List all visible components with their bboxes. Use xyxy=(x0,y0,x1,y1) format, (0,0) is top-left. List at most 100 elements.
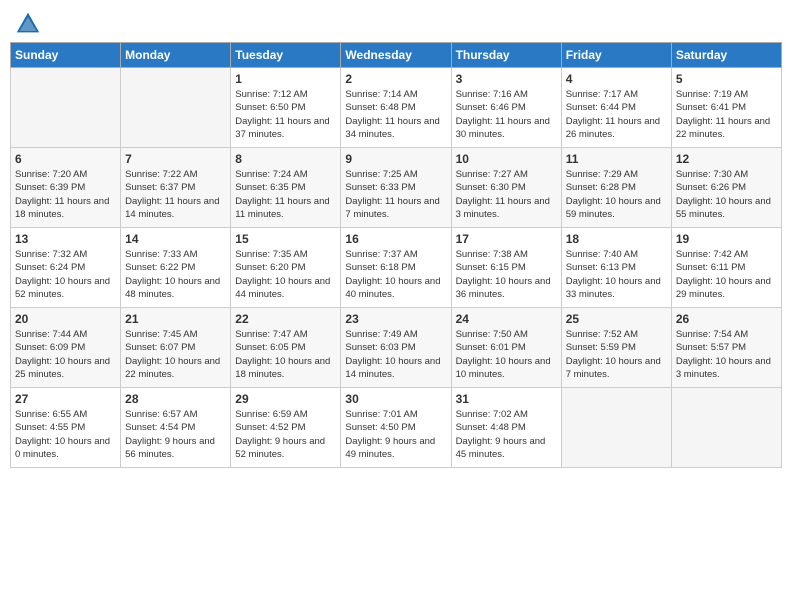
day-info: Sunrise: 7:52 AM Sunset: 5:59 PM Dayligh… xyxy=(566,328,667,381)
day-number: 13 xyxy=(15,232,116,246)
weekday-header-tuesday: Tuesday xyxy=(231,43,341,68)
calendar-cell: 8Sunrise: 7:24 AM Sunset: 6:35 PM Daylig… xyxy=(231,148,341,228)
calendar-cell: 5 Sunrise: 7:19 AM Sunset: 6:41 PM Daylig… xyxy=(671,68,781,148)
calendar-cell: 23 Sunrise: 7:49 AM Sunset: 6:03 PM Dayli… xyxy=(341,308,451,388)
weekday-header-row: SundayMondayTuesdayWednesdayThursdayFrid… xyxy=(11,43,782,68)
day-number: 18 xyxy=(566,232,667,246)
calendar-week-row: 13Sunrise: 7:32 AM Sunset: 6:24 PM Dayli… xyxy=(11,228,782,308)
calendar-cell: 28 Sunrise: 6:57 AM Sunset: 4:54 PM Dayli… xyxy=(121,388,231,468)
calendar-cell: 29 Sunrise: 6:59 AM Sunset: 4:52 PM Dayli… xyxy=(231,388,341,468)
calendar-table: SundayMondayTuesdayWednesdayThursdayFrid… xyxy=(10,42,782,468)
day-info: Sunrise: 7:45 AM Sunset: 6:07 PM Dayligh… xyxy=(125,328,226,381)
day-number: 29 xyxy=(235,392,336,406)
day-info: Sunrise: 7:47 AM Sunset: 6:05 PM Dayligh… xyxy=(235,328,336,381)
calendar-cell xyxy=(11,68,121,148)
day-number: 16 xyxy=(345,232,446,246)
day-info: Sunrise: 7:16 AM Sunset: 6:46 PM Dayligh… xyxy=(456,88,557,141)
day-number: 17 xyxy=(456,232,557,246)
day-number: 21 xyxy=(125,312,226,326)
day-number: 19 xyxy=(676,232,777,246)
calendar-cell: 7 Sunrise: 7:22 AM Sunset: 6:37 PM Daylig… xyxy=(121,148,231,228)
calendar-cell: 11 Sunrise: 7:29 AM Sunset: 6:28 PM Dayli… xyxy=(561,148,671,228)
calendar-cell: 10Sunrise: 7:27 AM Sunset: 6:30 PM Dayli… xyxy=(451,148,561,228)
calendar-cell: 19Sunrise: 7:42 AM Sunset: 6:11 PM Dayli… xyxy=(671,228,781,308)
weekday-header-saturday: Saturday xyxy=(671,43,781,68)
day-info: Sunrise: 7:24 AM Sunset: 6:35 PM Dayligh… xyxy=(235,168,336,221)
day-number: 11 xyxy=(566,152,667,166)
day-info: Sunrise: 7:19 AM Sunset: 6:41 PM Dayligh… xyxy=(676,88,777,141)
day-info: Sunrise: 7:12 AM Sunset: 6:50 PM Dayligh… xyxy=(235,88,336,141)
day-info: Sunrise: 6:57 AM Sunset: 4:54 PM Dayligh… xyxy=(125,408,226,461)
calendar-cell: 24 Sunrise: 7:50 AM Sunset: 6:01 PM Dayli… xyxy=(451,308,561,388)
calendar-cell: 1Sunrise: 7:12 AM Sunset: 6:50 PM Daylig… xyxy=(231,68,341,148)
day-info: Sunrise: 7:33 AM Sunset: 6:22 PM Dayligh… xyxy=(125,248,226,301)
weekday-header-sunday: Sunday xyxy=(11,43,121,68)
calendar-cell: 21 Sunrise: 7:45 AM Sunset: 6:07 PM Dayli… xyxy=(121,308,231,388)
weekday-header-friday: Friday xyxy=(561,43,671,68)
calendar-cell xyxy=(561,388,671,468)
day-info: Sunrise: 6:59 AM Sunset: 4:52 PM Dayligh… xyxy=(235,408,336,461)
day-number: 28 xyxy=(125,392,226,406)
calendar-cell: 20 Sunrise: 7:44 AM Sunset: 6:09 PM Dayli… xyxy=(11,308,121,388)
day-info: Sunrise: 7:50 AM Sunset: 6:01 PM Dayligh… xyxy=(456,328,557,381)
day-info: Sunrise: 7:40 AM Sunset: 6:13 PM Dayligh… xyxy=(566,248,667,301)
day-number: 27 xyxy=(15,392,116,406)
day-info: Sunrise: 7:44 AM Sunset: 6:09 PM Dayligh… xyxy=(15,328,116,381)
day-number: 7 xyxy=(125,152,226,166)
calendar-cell: 4Sunrise: 7:17 AM Sunset: 6:44 PM Daylig… xyxy=(561,68,671,148)
day-info: Sunrise: 7:37 AM Sunset: 6:18 PM Dayligh… xyxy=(345,248,446,301)
calendar-cell: 17 Sunrise: 7:38 AM Sunset: 6:15 PM Dayli… xyxy=(451,228,561,308)
page-header xyxy=(10,10,782,38)
day-number: 23 xyxy=(345,312,446,326)
day-number: 26 xyxy=(676,312,777,326)
day-number: 24 xyxy=(456,312,557,326)
day-info: Sunrise: 7:49 AM Sunset: 6:03 PM Dayligh… xyxy=(345,328,446,381)
day-info: Sunrise: 7:35 AM Sunset: 6:20 PM Dayligh… xyxy=(235,248,336,301)
day-number: 12 xyxy=(676,152,777,166)
calendar-cell: 25 Sunrise: 7:52 AM Sunset: 5:59 PM Dayli… xyxy=(561,308,671,388)
calendar-cell: 6 Sunrise: 7:20 AM Sunset: 6:39 PM Daylig… xyxy=(11,148,121,228)
day-number: 5 xyxy=(676,72,777,86)
calendar-week-row: 6 Sunrise: 7:20 AM Sunset: 6:39 PM Daylig… xyxy=(11,148,782,228)
day-info: Sunrise: 7:29 AM Sunset: 6:28 PM Dayligh… xyxy=(566,168,667,221)
calendar-week-row: 20 Sunrise: 7:44 AM Sunset: 6:09 PM Dayli… xyxy=(11,308,782,388)
weekday-header-monday: Monday xyxy=(121,43,231,68)
day-number: 30 xyxy=(345,392,446,406)
calendar-cell xyxy=(671,388,781,468)
day-info: Sunrise: 6:55 AM Sunset: 4:55 PM Dayligh… xyxy=(15,408,116,461)
calendar-cell: 30Sunrise: 7:01 AM Sunset: 4:50 PM Dayli… xyxy=(341,388,451,468)
calendar-cell: 9Sunrise: 7:25 AM Sunset: 6:33 PM Daylig… xyxy=(341,148,451,228)
day-info: Sunrise: 7:02 AM Sunset: 4:48 PM Dayligh… xyxy=(456,408,557,461)
day-info: Sunrise: 7:20 AM Sunset: 6:39 PM Dayligh… xyxy=(15,168,116,221)
calendar-week-row: 27 Sunrise: 6:55 AM Sunset: 4:55 PM Dayli… xyxy=(11,388,782,468)
calendar-cell: 27 Sunrise: 6:55 AM Sunset: 4:55 PM Dayli… xyxy=(11,388,121,468)
day-number: 20 xyxy=(15,312,116,326)
calendar-cell: 14 Sunrise: 7:33 AM Sunset: 6:22 PM Dayli… xyxy=(121,228,231,308)
weekday-header-thursday: Thursday xyxy=(451,43,561,68)
day-number: 31 xyxy=(456,392,557,406)
day-info: Sunrise: 7:14 AM Sunset: 6:48 PM Dayligh… xyxy=(345,88,446,141)
calendar-cell: 12 Sunrise: 7:30 AM Sunset: 6:26 PM Dayli… xyxy=(671,148,781,228)
calendar-cell xyxy=(121,68,231,148)
day-number: 25 xyxy=(566,312,667,326)
calendar-cell: 16 Sunrise: 7:37 AM Sunset: 6:18 PM Dayli… xyxy=(341,228,451,308)
logo-icon xyxy=(14,10,42,38)
day-number: 6 xyxy=(15,152,116,166)
day-info: Sunrise: 7:27 AM Sunset: 6:30 PM Dayligh… xyxy=(456,168,557,221)
day-number: 15 xyxy=(235,232,336,246)
day-number: 3 xyxy=(456,72,557,86)
day-number: 2 xyxy=(345,72,446,86)
day-info: Sunrise: 7:30 AM Sunset: 6:26 PM Dayligh… xyxy=(676,168,777,221)
calendar-cell: 31 Sunrise: 7:02 AM Sunset: 4:48 PM Dayli… xyxy=(451,388,561,468)
calendar-week-row: 1Sunrise: 7:12 AM Sunset: 6:50 PM Daylig… xyxy=(11,68,782,148)
calendar-cell: 15 Sunrise: 7:35 AM Sunset: 6:20 PM Dayli… xyxy=(231,228,341,308)
day-info: Sunrise: 7:22 AM Sunset: 6:37 PM Dayligh… xyxy=(125,168,226,221)
calendar-cell: 2 Sunrise: 7:14 AM Sunset: 6:48 PM Daylig… xyxy=(341,68,451,148)
calendar-cell: 22Sunrise: 7:47 AM Sunset: 6:05 PM Dayli… xyxy=(231,308,341,388)
day-info: Sunrise: 7:54 AM Sunset: 5:57 PM Dayligh… xyxy=(676,328,777,381)
day-number: 9 xyxy=(345,152,446,166)
day-info: Sunrise: 7:38 AM Sunset: 6:15 PM Dayligh… xyxy=(456,248,557,301)
day-number: 14 xyxy=(125,232,226,246)
logo xyxy=(14,10,46,38)
calendar-cell: 18 Sunrise: 7:40 AM Sunset: 6:13 PM Dayli… xyxy=(561,228,671,308)
